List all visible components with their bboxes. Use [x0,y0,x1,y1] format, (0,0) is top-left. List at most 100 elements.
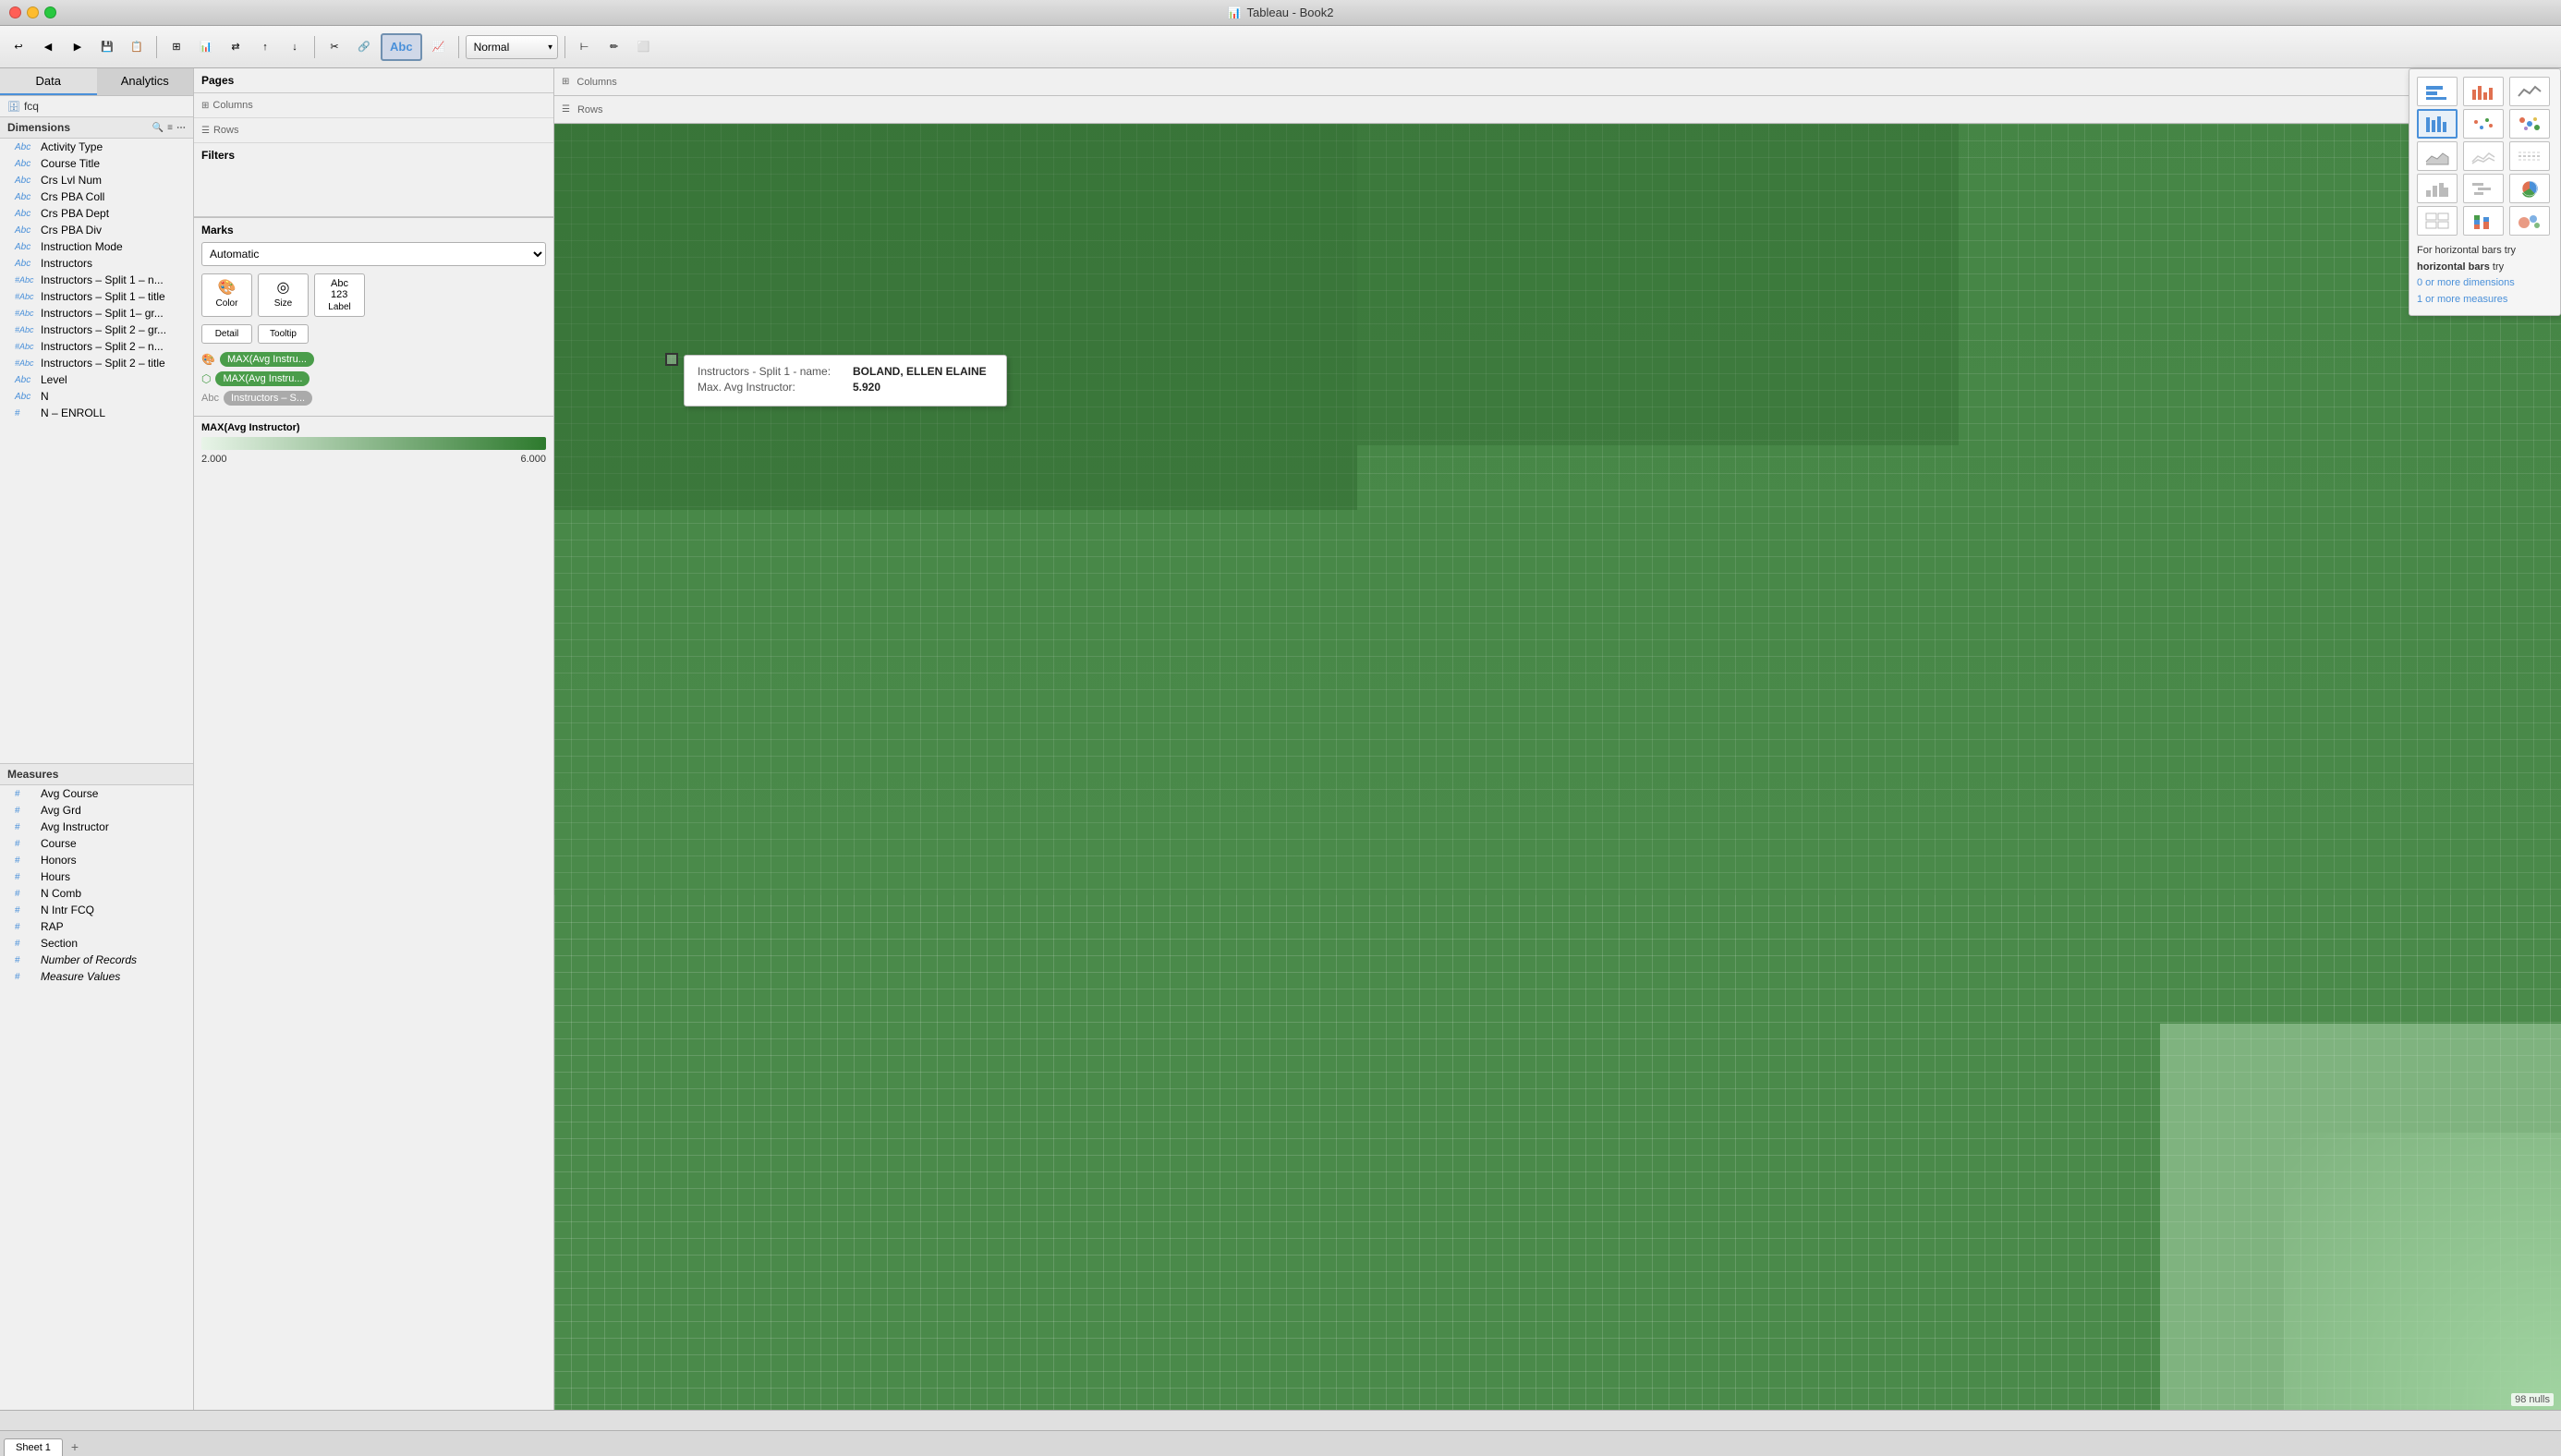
tooltip-row-2: Max. Avg Instructor: 5.920 [698,381,993,394]
viz-area[interactable]: Instructors - Split 1 - name: BOLAND, EL… [554,124,2561,1410]
chart-area-line[interactable] [2463,141,2504,171]
jump-button[interactable]: ⊢ [572,33,598,61]
chart-histogram[interactable] [2417,174,2458,203]
tooltip-button[interactable]: ⬜ [631,33,657,61]
dim-course-title[interactable]: AbcCourse Title [0,155,193,172]
hint-dimensions-link[interactable]: 0 or more dimensions [2417,277,2515,288]
pill-max-avg-instru-2[interactable]: MAX(Avg Instru... [215,371,310,386]
nulls-badge[interactable]: 98 nulls [2511,1393,2554,1406]
dim-instructors-split1-title[interactable]: #AbcInstructors – Split 1 – title [0,288,193,305]
label-button[interactable]: Abc123 Label [314,273,365,317]
tooltip-button[interactable]: Tooltip [258,324,309,344]
measure-measure-values[interactable]: #Measure Values [0,968,193,985]
chart-table[interactable] [2417,206,2458,236]
chart-area-filled[interactable] [2417,109,2458,139]
measure-rap[interactable]: #RAP [0,918,193,935]
fcq-label: 🗄 fcq [0,96,193,117]
size-button[interactable]: ◎ Size [258,273,309,317]
mark-type-select-wrapper[interactable]: Normal Label Fit Width [466,35,558,59]
dim-crs-lvl-num[interactable]: AbcCrs Lvl Num [0,172,193,188]
chart-multimark[interactable] [2509,109,2550,139]
app-icon: 📊 [1228,6,1242,19]
dim-instructors-split1-gr[interactable]: #AbcInstructors – Split 1– gr... [0,305,193,322]
row-shelf[interactable]: ☰ Rows [554,96,2561,124]
measure-number-of-records[interactable]: #Number of Records [0,952,193,968]
window-controls[interactable] [9,6,56,18]
chart-bar-h[interactable] [2417,77,2458,106]
chart-gantt[interactable] [2463,174,2504,203]
dim-instructors-split1-n[interactable]: #AbcInstructors – Split 1 – n... [0,272,193,288]
close-button[interactable] [9,6,21,18]
hint-measures-link[interactable]: 1 or more measures [2417,294,2507,305]
link-button[interactable]: 🔗 [351,33,377,61]
sort-icon[interactable]: ≡ [167,123,173,133]
chart-pie[interactable] [2509,174,2550,203]
back-button[interactable]: ◀ [35,33,61,61]
measure-avg-instructor[interactable]: #Avg Instructor [0,819,193,835]
marks-buttons: 🎨 Color ◎ Size Abc123 Label [201,273,546,317]
dim-n[interactable]: AbcN [0,388,193,405]
chart-dotted-line[interactable] [2509,141,2550,171]
sort-desc-button[interactable]: ↓ [282,33,308,61]
sort-asc-button[interactable]: ↑ [252,33,278,61]
more-icon[interactable]: ⋯ [176,123,186,133]
measure-hours[interactable]: #Hours [0,868,193,885]
marks-button[interactable]: 📈 [426,33,452,61]
swap-button[interactable]: ⇄ [223,33,249,61]
dim-instructors-split2-gr[interactable]: #AbcInstructors – Split 2 – gr... [0,322,193,338]
measure-avg-grd[interactable]: #Avg Grd [0,802,193,819]
save-button[interactable]: 💾 [94,33,120,61]
minimize-button[interactable] [27,6,39,18]
text-button[interactable]: Abc [381,33,422,61]
dimension-list: AbcActivity Type AbcCourse Title AbcCrs … [0,139,193,763]
measure-honors[interactable]: #Honors [0,852,193,868]
chart-line[interactable] [2509,77,2550,106]
dim-instructors-split2-title[interactable]: #AbcInstructors – Split 2 – title [0,355,193,371]
measure-avg-course[interactable]: #Avg Course [0,785,193,802]
search-icon[interactable]: 🔍 [152,123,164,133]
forward-button[interactable]: ▶ [65,33,91,61]
pill-instructors-s[interactable]: Instructors – S... [224,391,312,406]
dim-level[interactable]: AbcLevel [0,371,193,388]
detail-button[interactable]: Detail [201,324,252,344]
rows-content[interactable] [269,121,546,140]
chart-bubble[interactable] [2509,206,2550,236]
new-datasource-button[interactable]: 📋 [124,33,150,61]
measure-n-comb[interactable]: #N Comb [0,885,193,902]
measure-course[interactable]: #Course [0,835,193,852]
measure-section[interactable]: #Section [0,935,193,952]
marks-type-select[interactable]: Automatic Bar Line Circle Square Shape T… [201,242,546,266]
measure-n-intr-fcq[interactable]: #N Intr FCQ [0,902,193,918]
chart-scatter[interactable] [2463,109,2504,139]
column-shelf[interactable]: ⊞ Columns [554,68,2561,96]
rows-shelf[interactable]: ☰ Rows [194,118,553,143]
dim-crs-pba-div[interactable]: AbcCrs PBA Div [0,222,193,238]
dim-crs-pba-dept[interactable]: AbcCrs PBA Dept [0,205,193,222]
columns-content[interactable] [268,96,546,115]
chart-type-button[interactable]: 📊 [193,33,219,61]
tab-data[interactable]: Data [0,68,97,95]
chart-bar-v[interactable] [2463,77,2504,106]
dim-crs-pba-coll[interactable]: AbcCrs PBA Coll [0,188,193,205]
dim-instructors-split2-n[interactable]: #AbcInstructors – Split 2 – n... [0,338,193,355]
mark-type-select[interactable]: Normal Label Fit Width [466,35,558,59]
undo-button[interactable]: ↩ [6,33,31,61]
dim-instruction-mode[interactable]: AbcInstruction Mode [0,238,193,255]
dim-activity-type[interactable]: AbcActivity Type [0,139,193,155]
maximize-button[interactable] [44,6,56,18]
left-panel: Data Analytics 🗄 fcq Dimensions 🔍 ≡ ⋯ Ab… [0,68,194,1410]
tab-analytics[interactable]: Analytics [97,68,194,95]
group-button[interactable]: ✂ [322,33,347,61]
new-sheet-button[interactable]: + [65,1438,85,1456]
dim-n-enroll[interactable]: #N – ENROLL [0,405,193,421]
fit-button[interactable]: ⊞ [164,33,189,61]
tooltip-label-1: Instructors - Split 1 - name: [698,365,845,378]
sheet-tab-1[interactable]: Sheet 1 [4,1438,63,1456]
columns-shelf[interactable]: ⊞ Columns [194,93,553,118]
pill-max-avg-instru-1[interactable]: MAX(Avg Instru... [220,352,314,367]
edit-button[interactable]: ✏ [601,33,627,61]
color-button[interactable]: 🎨 Color [201,273,252,317]
chart-bar-stacked[interactable] [2463,206,2504,236]
dim-instructors[interactable]: AbcInstructors [0,255,193,272]
chart-area[interactable] [2417,141,2458,171]
